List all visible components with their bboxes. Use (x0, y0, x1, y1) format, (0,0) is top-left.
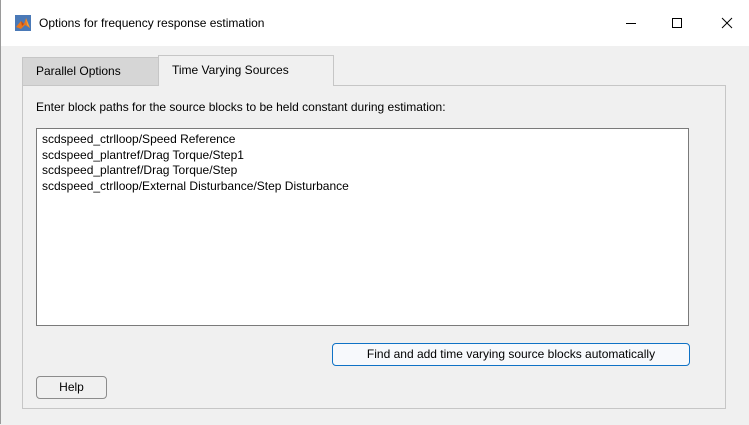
matlab-logo-icon (15, 15, 31, 31)
tab-panel-time-varying-sources: Enter block paths for the source blocks … (22, 85, 726, 409)
title-bar[interactable]: Options for frequency response estimatio… (1, 0, 749, 46)
dialog-window: Options for frequency response estimatio… (0, 0, 749, 425)
block-paths-textarea[interactable]: scdspeed_ctrlloop/Speed Reference scdspe… (36, 128, 689, 326)
find-add-sources-button[interactable]: Find and add time varying source blocks … (332, 343, 690, 366)
window-title: Options for frequency response estimatio… (39, 16, 265, 30)
list-item: scdspeed_plantref/Drag Torque/Step (42, 163, 238, 177)
minimize-button[interactable] (608, 0, 654, 46)
close-icon (721, 17, 733, 29)
tab-time-varying-sources[interactable]: Time Varying Sources (158, 55, 334, 86)
list-item: scdspeed_plantref/Drag Torque/Step1 (42, 147, 244, 162)
instruction-label: Enter block paths for the source blocks … (36, 100, 446, 114)
maximize-icon (672, 18, 682, 28)
maximize-button[interactable] (654, 0, 700, 46)
list-item: scdspeed_ctrlloop/Speed Reference (42, 132, 236, 146)
close-button[interactable] (704, 0, 749, 46)
tab-parallel-options[interactable]: Parallel Options (22, 57, 159, 85)
dialog-content: Parallel Options Time Varying Sources En… (1, 46, 749, 425)
help-button[interactable]: Help (36, 376, 107, 399)
list-item: scdspeed_ctrlloop/External Disturbance/S… (42, 178, 349, 193)
minimize-icon (626, 23, 636, 24)
